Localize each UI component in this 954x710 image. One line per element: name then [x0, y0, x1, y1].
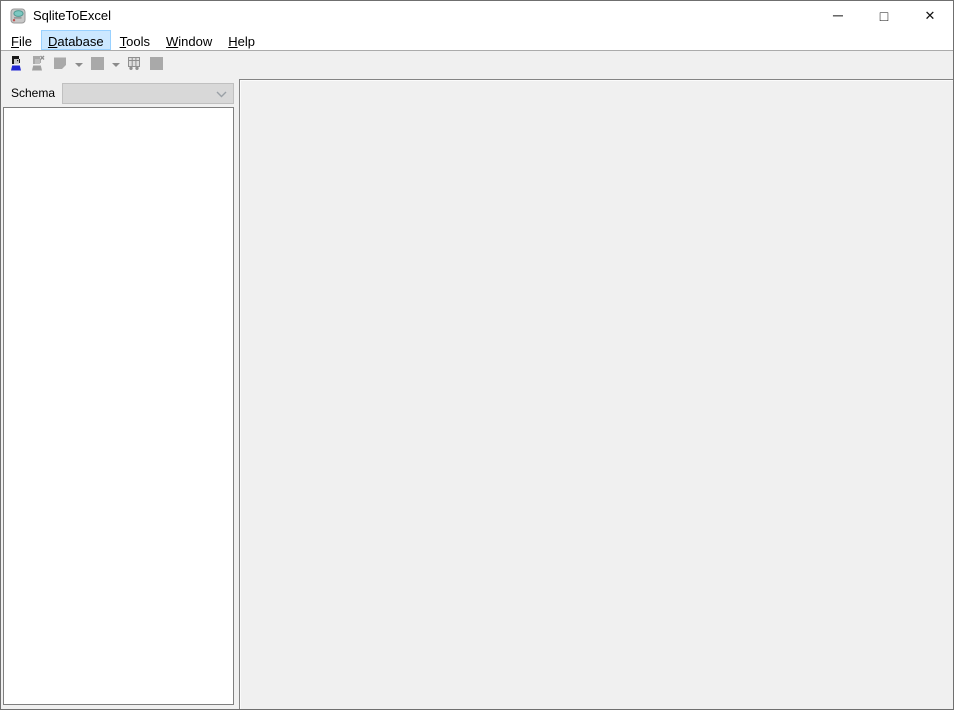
toolbar	[1, 51, 953, 79]
menu-item-window[interactable]: Window	[159, 30, 219, 50]
toolbar-export-document-dropdown[interactable]	[71, 54, 86, 76]
menu-item-database[interactable]: Database	[41, 30, 111, 50]
disconnect-user-icon	[30, 55, 46, 76]
menu-item-tools[interactable]: Tools	[113, 30, 157, 50]
maximize-button[interactable]: □	[861, 1, 907, 30]
data-grid-icon	[126, 55, 142, 76]
content-area: Schema	[1, 79, 953, 709]
window-controls: ─ □ ✕	[815, 1, 953, 30]
blank-square-icon	[89, 55, 105, 76]
schema-label: Schema	[11, 86, 55, 100]
minimize-icon: ─	[833, 7, 843, 23]
sidebar: Schema	[1, 79, 234, 709]
toolbar-connect-button[interactable]	[5, 54, 27, 76]
chevron-down-icon	[112, 63, 120, 67]
chevron-down-icon	[75, 63, 83, 67]
schema-select[interactable]	[62, 83, 234, 104]
menu-item-help[interactable]: Help	[221, 30, 262, 50]
window-title: SqliteToExcel	[33, 8, 111, 23]
blank-square-icon	[148, 55, 164, 76]
connect-user-icon	[8, 55, 24, 76]
schema-row: Schema	[1, 79, 234, 107]
menubar: File Database Tools Window Help	[1, 30, 953, 51]
toolbar-export-button[interactable]	[86, 54, 108, 76]
minimize-button[interactable]: ─	[815, 1, 861, 30]
app-window: SqliteToExcel ─ □ ✕ File Database Tools …	[0, 0, 954, 710]
export-document-icon	[52, 55, 68, 76]
titlebar: SqliteToExcel ─ □ ✕	[1, 1, 953, 30]
menu-item-file[interactable]: File	[4, 30, 39, 50]
toolbar-stop-button[interactable]	[145, 54, 167, 76]
close-button[interactable]: ✕	[907, 1, 953, 30]
toolbar-export-dropdown[interactable]	[108, 54, 123, 76]
toolbar-disconnect-button[interactable]	[27, 54, 49, 76]
toolbar-data-grid-button[interactable]	[123, 54, 145, 76]
close-icon: ✕	[925, 8, 936, 24]
maximize-icon: □	[880, 8, 888, 24]
app-icon	[10, 8, 26, 24]
toolbar-export-document-button[interactable]	[49, 54, 71, 76]
table-list[interactable]	[3, 107, 234, 705]
main-panel	[239, 79, 953, 709]
chevron-down-icon	[216, 91, 227, 98]
